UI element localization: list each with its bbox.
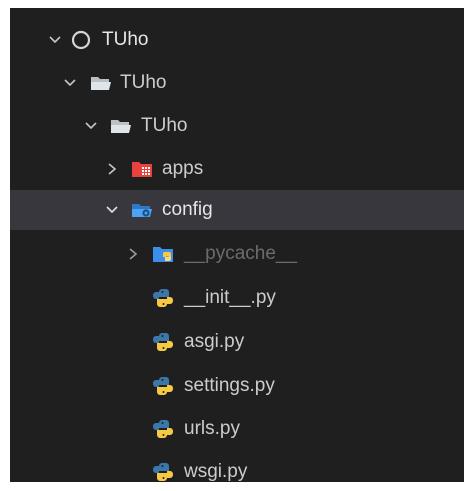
tree-item-label: wsgi.py	[184, 461, 248, 482]
tree-item-wsgi-py[interactable]: wsgi.py	[10, 452, 464, 482]
tree-item-asgi-py[interactable]: asgi.py	[10, 322, 464, 362]
tree-item-urls-py[interactable]: urls.py	[10, 409, 464, 449]
tree-item-workspace-tuho[interactable]: TUho	[10, 20, 464, 60]
python-folder-icon	[153, 247, 173, 262]
file-explorer: TUho TUho TUho apps config __pycache__ _…	[10, 8, 464, 482]
tree-item-config[interactable]: config	[10, 190, 464, 230]
tree-item-init-py[interactable]: __init__.py	[10, 278, 464, 318]
chevron-down-icon[interactable]	[84, 119, 98, 133]
python-file-icon	[153, 420, 173, 438]
tree-item-label: TUho	[141, 115, 188, 136]
tree-item-label: config	[162, 199, 213, 220]
tree-item-label: __init__.py	[184, 287, 276, 308]
python-file-icon	[153, 333, 173, 351]
circle-outline-icon	[71, 30, 91, 50]
tree-item-label: apps	[162, 158, 204, 179]
tree-item-settings-py[interactable]: settings.py	[10, 366, 464, 406]
python-file-icon	[153, 289, 173, 307]
chevron-right-icon[interactable]	[126, 247, 140, 261]
chevron-down-icon[interactable]	[105, 203, 119, 217]
python-file-icon	[153, 377, 173, 395]
tree-item-folder-tuho[interactable]: TUho	[10, 63, 464, 103]
python-file-icon	[153, 463, 173, 481]
tree-item-folder-tuho-inner[interactable]: TUho	[10, 106, 464, 146]
config-folder-icon	[132, 204, 152, 217]
apps-folder-icon	[132, 162, 152, 177]
tree-item-label: TUho	[102, 29, 149, 50]
tree-item-apps[interactable]: apps	[10, 149, 464, 189]
tree-item-label: urls.py	[184, 418, 240, 439]
folder-open-icon	[91, 77, 111, 90]
folder-open-icon	[111, 120, 131, 133]
tree-item-label: settings.py	[184, 375, 275, 396]
tree-item-label: __pycache__	[184, 243, 298, 264]
tree-item-label: asgi.py	[184, 331, 245, 352]
tree-item-pycache[interactable]: __pycache__	[10, 234, 464, 274]
tree-item-label: TUho	[120, 72, 167, 93]
chevron-down-icon[interactable]	[48, 33, 62, 47]
chevron-down-icon[interactable]	[63, 76, 77, 90]
chevron-right-icon[interactable]	[105, 162, 119, 176]
